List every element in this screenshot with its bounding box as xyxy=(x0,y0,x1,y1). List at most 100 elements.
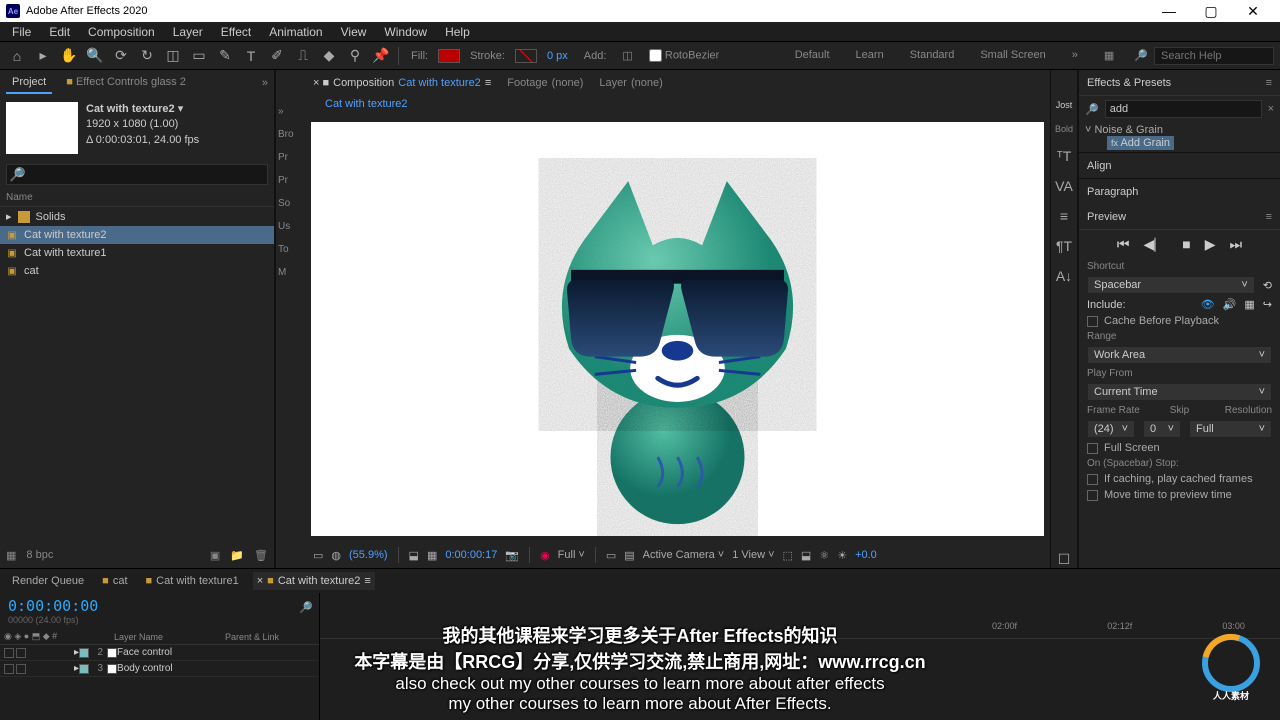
range-dropdown[interactable]: Work Area˅ xyxy=(1087,346,1272,364)
workspace-default[interactable]: Default xyxy=(789,49,836,62)
prev-frame-icon[interactable]: ◀⎸ xyxy=(1143,236,1168,253)
timeline-track-area[interactable]: 02:00f 02:12f 03:00 xyxy=(320,593,1280,720)
clear-search-icon[interactable]: × xyxy=(1268,103,1274,115)
shape-tool-icon[interactable]: ▭ xyxy=(188,45,210,67)
panel-checkbox-icon[interactable]: ☐ xyxy=(1058,551,1071,568)
type-tool-icon[interactable]: T xyxy=(240,45,262,67)
character-panel-icon[interactable]: ᵀT xyxy=(1057,148,1072,164)
snapshot-icon[interactable]: 📷 xyxy=(505,549,519,562)
new-folder-icon[interactable]: 📁 xyxy=(230,549,244,562)
grid-icon[interactable]: ▦ xyxy=(427,549,437,562)
onstop-cache-checkbox[interactable]: If caching, play cached frames xyxy=(1079,471,1280,487)
asset-comp-cat-texture2[interactable]: ▣Cat with texture2 xyxy=(0,226,274,244)
play-icon[interactable]: ▶ xyxy=(1205,236,1216,253)
view-opt3-icon[interactable]: ⚛ xyxy=(819,549,829,562)
breadcrumb-link[interactable]: Cat with texture2 xyxy=(325,98,408,110)
paragraph-panel-header[interactable]: Paragraph xyxy=(1079,178,1280,204)
fill-swatch[interactable] xyxy=(438,49,460,63)
view-opt1-icon[interactable]: ⬚ xyxy=(783,549,793,562)
puppet-tool-icon[interactable]: 📌 xyxy=(370,45,392,67)
tab-tl-cat-texture2[interactable]: × ■ Cat with texture2 ≡ xyxy=(253,572,375,590)
kerning-icon[interactable]: VA xyxy=(1055,178,1073,194)
asset-folder-solids[interactable]: ▸Solids xyxy=(0,207,274,226)
align-panel-header[interactable]: Align xyxy=(1079,152,1280,178)
layer-row-3[interactable]: ▸ 3 Body control xyxy=(0,661,319,677)
interpret-icon[interactable]: ▦ xyxy=(6,549,16,562)
tab-composition[interactable]: × ■ Composition Cat with texture2 ≡ xyxy=(311,74,493,92)
effects-search-input[interactable] xyxy=(1105,100,1262,118)
workspace-more-icon[interactable]: » xyxy=(1066,49,1084,62)
channels-icon[interactable]: ◉ xyxy=(540,549,550,562)
resolution-icon[interactable]: ⬓ xyxy=(409,549,419,562)
project-search-input[interactable] xyxy=(6,164,268,185)
effect-add-grain[interactable]: fx Add Grain xyxy=(1107,136,1174,150)
tracker-icon[interactable]: A↓ xyxy=(1056,268,1072,284)
asset-comp-cat[interactable]: ▣cat xyxy=(0,262,274,280)
collapsed-expand-icon[interactable]: » xyxy=(276,100,305,123)
rotobezier-checkbox[interactable]: RotoBezier xyxy=(643,49,725,62)
stop-icon[interactable]: ■ xyxy=(1182,236,1190,253)
tab-tl-cat[interactable]: ■ cat xyxy=(98,572,131,590)
workspace-standard[interactable]: Standard xyxy=(904,49,961,62)
orbit-tool-icon[interactable]: ⟳ xyxy=(110,45,132,67)
stroke-swatch[interactable] xyxy=(515,49,537,63)
align-icon[interactable]: ≡ xyxy=(1060,208,1068,224)
home-icon[interactable]: ⌂ xyxy=(6,45,28,67)
view-opt2-icon[interactable]: ⬓ xyxy=(801,549,811,562)
onstop-movetime-checkbox[interactable]: Move time to preview time xyxy=(1079,487,1280,503)
bpc-button[interactable]: 8 bpc xyxy=(26,549,53,561)
include-loop-icon[interactable]: ↪ xyxy=(1263,298,1272,311)
composition-viewer[interactable] xyxy=(311,122,1044,536)
menu-help[interactable]: Help xyxy=(437,23,478,41)
brush-tool-icon[interactable]: ✐ xyxy=(266,45,288,67)
collapsed-hint-4[interactable]: So xyxy=(276,192,305,215)
last-frame-icon[interactable]: ⏭ xyxy=(1230,236,1243,253)
menu-edit[interactable]: Edit xyxy=(41,23,78,41)
close-button[interactable]: ✕ xyxy=(1232,3,1274,20)
workspace-smallscreen[interactable]: Small Screen xyxy=(974,49,1051,62)
camera-dropdown[interactable]: Active Camera ˅ xyxy=(643,549,725,561)
zoom-value[interactable]: (55.9%) xyxy=(349,549,388,561)
layer-row-2[interactable]: ▸ 2 Face control xyxy=(0,645,319,661)
preview-resolution-dropdown[interactable]: Full˅ xyxy=(1189,420,1272,438)
menu-effect[interactable]: Effect xyxy=(213,23,259,41)
help-search-input[interactable] xyxy=(1154,47,1274,65)
tab-project[interactable]: Project xyxy=(6,72,52,94)
tab-tl-cat-texture1[interactable]: ■ Cat with texture1 xyxy=(142,572,243,590)
hand-tool-icon[interactable]: ✋ xyxy=(58,45,80,67)
fullscreen-checkbox[interactable]: Full Screen xyxy=(1079,440,1280,456)
asset-comp-cat-texture1[interactable]: ▣Cat with texture1 xyxy=(0,244,274,262)
char-weight-hint[interactable]: Bold xyxy=(1055,124,1073,134)
resolution-dropdown[interactable]: Full ˅ xyxy=(558,549,585,561)
tab-layer[interactable]: Layer (none) xyxy=(597,74,664,92)
menu-layer[interactable]: Layer xyxy=(165,23,211,41)
timeline-ruler[interactable]: 02:00f 02:12f 03:00 xyxy=(320,593,1280,639)
guides-icon[interactable]: ▤ xyxy=(624,549,634,562)
current-timecode[interactable]: 0:00:00:00 xyxy=(8,597,285,615)
roto-tool-icon[interactable]: ⚲ xyxy=(344,45,366,67)
cache-before-checkbox[interactable]: Cache Before Playback xyxy=(1079,313,1280,329)
tab-footage[interactable]: Footage (none) xyxy=(505,74,585,92)
transparency-icon[interactable]: ◍ xyxy=(331,549,341,562)
menu-window[interactable]: Window xyxy=(376,23,435,41)
collapsed-hint-2[interactable]: Pr xyxy=(276,146,305,169)
menu-composition[interactable]: Composition xyxy=(80,23,163,41)
workspace-learn[interactable]: Learn xyxy=(850,49,890,62)
first-frame-icon[interactable]: ⏮ xyxy=(1117,236,1130,253)
include-video-icon[interactable]: 👁 xyxy=(1201,298,1215,311)
menu-animation[interactable]: Animation xyxy=(261,23,330,41)
selection-tool-icon[interactable]: ▸ xyxy=(32,45,54,67)
include-audio-icon[interactable]: 🔊 xyxy=(1223,298,1237,311)
add-mode-dropdown[interactable]: ◫ xyxy=(616,49,638,62)
workspace-grid-icon[interactable]: ▦ xyxy=(1098,49,1120,62)
include-overlay-icon[interactable]: ▦ xyxy=(1244,298,1254,311)
views-dropdown[interactable]: 1 View ˅ xyxy=(732,549,774,561)
magnify-icon[interactable]: ▭ xyxy=(313,549,323,562)
rect-tool-icon[interactable]: ◫ xyxy=(162,45,184,67)
project-more-icon[interactable]: » xyxy=(262,77,268,89)
maximize-button[interactable]: ▢ xyxy=(1190,3,1232,20)
collapsed-hint-8[interactable]: M xyxy=(276,261,305,284)
current-time[interactable]: 0:00:00:17 xyxy=(445,549,497,561)
collapsed-hint-1[interactable]: Bro xyxy=(276,123,305,146)
region-icon[interactable]: ▭ xyxy=(606,549,616,562)
